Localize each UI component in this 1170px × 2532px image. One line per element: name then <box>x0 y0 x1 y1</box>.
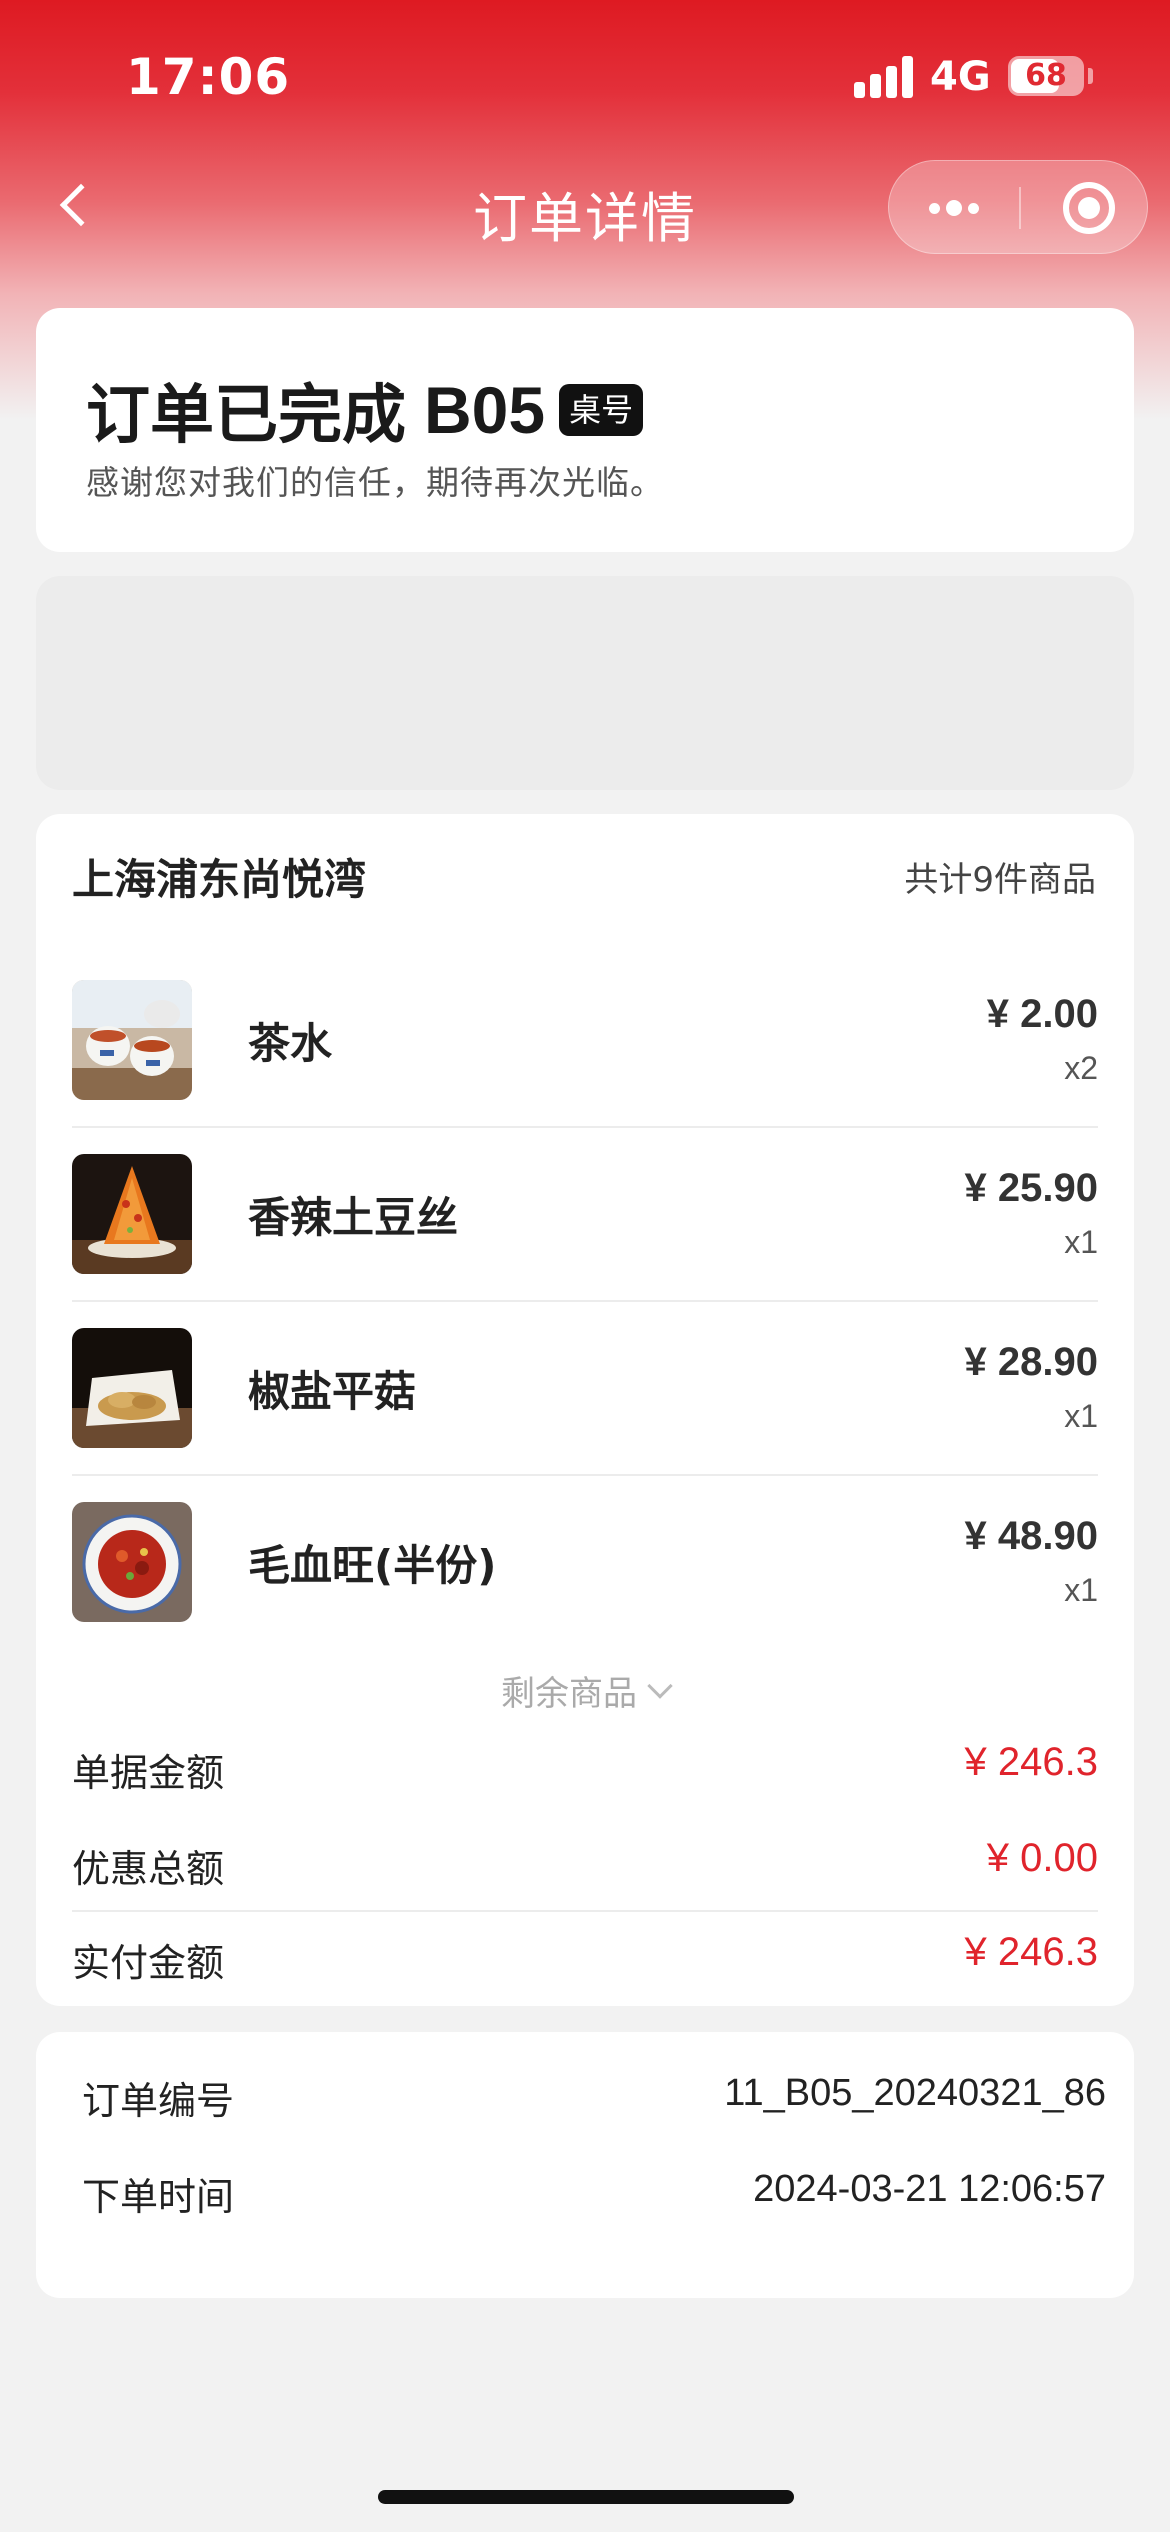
item-quantity: x1 <box>1064 1224 1098 1260</box>
capsule-divider <box>1019 187 1021 229</box>
item-quantity: x1 <box>1064 1398 1098 1434</box>
battery-icon: 68 <box>1008 56 1084 96</box>
tea-cups-image <box>72 980 192 1100</box>
battery-level: 68 <box>1025 58 1067 93</box>
summary-row: 实付金额 ¥ 246.3 <box>72 1910 1098 2000</box>
spicy-stew-image <box>72 1502 192 1622</box>
nav-bar: 订单详情 <box>0 150 1170 260</box>
order-time-row: 下单时间 2024-03-21 12:06:57 <box>82 2166 1106 2226</box>
order-status-card: 订单已完成 B05 桌号 感谢您对我们的信任，期待再次光临。 <box>36 308 1134 552</box>
target-circle-icon <box>1063 182 1115 234</box>
order-time: 2024-03-21 12:06:57 <box>753 2168 1106 2210</box>
item-price: ¥ 48.90 <box>964 1514 1098 1558</box>
summary-label: 优惠总额 <box>72 1847 225 1891</box>
item-price: ¥ 28.90 <box>964 1340 1098 1384</box>
mini-program-capsule <box>888 160 1148 254</box>
signal-icon <box>854 56 914 98</box>
item-price: ¥ 2.00 <box>986 992 1098 1036</box>
more-dots-icon <box>929 202 940 214</box>
order-number-row: 订单编号 11_B05_20240321_86 <box>82 2070 1106 2130</box>
store-name: 上海浦东尚悦湾 <box>72 855 367 904</box>
status-time: 17:06 <box>126 48 291 106</box>
shredded-potato-image <box>72 1154 192 1274</box>
item-name: 毛血旺(半份) <box>248 1541 497 1590</box>
status-bar: 17:06 4G 68 <box>0 0 1170 150</box>
blank-placeholder-card <box>36 576 1134 790</box>
item-name: 茶水 <box>248 1019 333 1068</box>
table-badge: 桌号 <box>559 384 644 436</box>
list-item[interactable]: 毛血旺(半份) ¥ 48.90 x1 <box>72 1476 1098 1650</box>
item-quantity: x2 <box>1064 1050 1098 1086</box>
home-indicator[interactable] <box>378 2490 794 2504</box>
fried-mushroom-image <box>72 1328 192 1448</box>
status-text: 订单已完成 <box>86 379 406 453</box>
more-button[interactable] <box>889 161 1019 255</box>
network-type: 4G <box>930 54 991 100</box>
more-dots-icon <box>946 200 962 216</box>
item-name: 香辣土豆丝 <box>248 1193 459 1242</box>
info-label: 订单编号 <box>82 2079 235 2123</box>
summary-value: ¥ 246.3 <box>964 1740 1098 1784</box>
item-name: 椒盐平菇 <box>248 1367 417 1416</box>
more-dots-icon <box>968 202 979 214</box>
item-price: ¥ 25.90 <box>964 1166 1098 1210</box>
order-items-card: 上海浦东尚悦湾 共计9件商品 茶水 ¥ 2.00 x2 香辣土豆丝 ¥ 25.9… <box>36 814 1134 2006</box>
summary-label: 单据金额 <box>72 1751 225 1795</box>
summary-row: 单据金额 ¥ 246.3 <box>72 1720 1098 1810</box>
list-item[interactable]: 茶水 ¥ 2.00 x2 <box>72 954 1098 1128</box>
summary-value: ¥ 246.3 <box>964 1930 1098 1974</box>
summary-row: 优惠总额 ¥ 0.00 <box>72 1816 1098 1906</box>
info-label: 下单时间 <box>82 2175 235 2219</box>
summary-value: ¥ 0.00 <box>986 1836 1098 1880</box>
close-button[interactable] <box>1029 161 1149 255</box>
item-count: 共计9件商品 <box>904 860 1096 900</box>
summary-label: 实付金额 <box>72 1941 225 1985</box>
list-item[interactable]: 香辣土豆丝 ¥ 25.90 x1 <box>72 1128 1098 1302</box>
thank-you-message: 感谢您对我们的信任，期待再次光临。 <box>86 463 664 502</box>
show-remaining-items-button[interactable]: 剩余商品 <box>36 1666 1134 1715</box>
list-item[interactable]: 椒盐平菇 ¥ 28.90 x1 <box>72 1302 1098 1476</box>
remaining-items-label: 剩余商品 <box>501 1674 637 1714</box>
item-quantity: x1 <box>1064 1572 1098 1608</box>
order-info-card: 订单编号 11_B05_20240321_86 下单时间 2024-03-21 … <box>36 2032 1134 2298</box>
chevron-down-icon <box>647 1672 673 1699</box>
battery-nub <box>1088 68 1093 84</box>
order-status-title: 订单已完成 B05 桌号 <box>86 364 644 456</box>
table-code: B05 <box>424 373 546 447</box>
order-number[interactable]: 11_B05_20240321_86 <box>724 2072 1106 2115</box>
